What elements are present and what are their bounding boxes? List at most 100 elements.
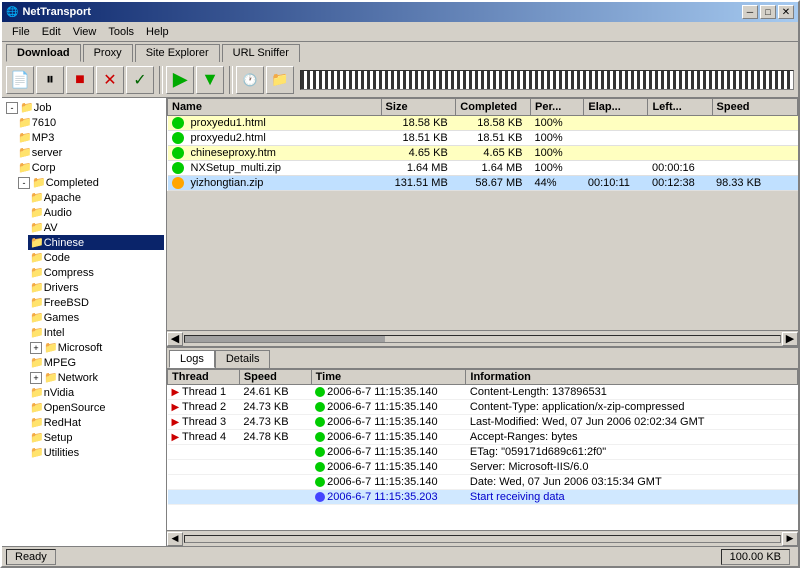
log-tab-logs[interactable]: Logs — [169, 350, 215, 368]
col-speed[interactable]: Speed — [712, 99, 797, 116]
log-scroll-area[interactable]: Thread Speed Time Information ▶ Thread 1… — [167, 369, 798, 530]
minimize-button[interactable]: ─ — [742, 5, 758, 19]
file-left: 00:00:16 — [648, 161, 712, 176]
sidebar-label-apache: Apache — [44, 192, 81, 204]
log-speed — [239, 460, 311, 475]
check-button[interactable]: ✓ — [126, 66, 154, 94]
folder-icon-mpeg: 📁 — [30, 356, 44, 369]
menu-edit[interactable]: Edit — [36, 25, 67, 39]
col-name[interactable]: Name — [168, 99, 382, 116]
expand-icon-network[interactable]: + — [30, 372, 42, 384]
sidebar-item-network[interactable]: + 📁 Network — [28, 370, 164, 385]
sidebar-item-mp3[interactable]: 📁 MP3 — [16, 130, 164, 145]
file-list-scroll[interactable]: Name Size Completed Per... Elap... Left.… — [167, 98, 798, 330]
file-left — [648, 131, 712, 146]
sidebar-item-corp[interactable]: 📁 Corp — [16, 160, 164, 175]
sidebar-item-audio[interactable]: 📁 Audio — [28, 205, 164, 220]
new-button[interactable]: 📄 — [6, 66, 34, 94]
log-col-info: Information — [466, 370, 798, 385]
file-percent: 100% — [531, 146, 584, 161]
maximize-button[interactable]: □ — [760, 5, 776, 19]
log-hscrollbar[interactable]: ◀ ▶ — [167, 530, 798, 546]
pause-button[interactable]: ⏸ — [36, 66, 64, 94]
sidebar-item-job[interactable]: - 📁 Job — [4, 100, 164, 115]
sidebar-item-drivers[interactable]: 📁 Drivers — [28, 280, 164, 295]
sidebar-item-server[interactable]: 📁 server — [16, 145, 164, 160]
sidebar-label-setup: Setup — [44, 432, 73, 444]
file-row[interactable]: NXSetup_multi.zip 1.64 MB 1.64 MB 100% 0… — [168, 161, 798, 176]
folder-icon-7610: 📁 — [18, 116, 32, 129]
sidebar-item-compress[interactable]: 📁 Compress — [28, 265, 164, 280]
stop-button[interactable]: ■ — [66, 66, 94, 94]
folder-icon-server: 📁 — [18, 146, 32, 159]
file-name: yizhongtian.zip — [168, 176, 382, 191]
expand-icon-job[interactable]: - — [6, 102, 18, 114]
sidebar-item-mpeg[interactable]: 📁 MPEG — [28, 355, 164, 370]
log-row[interactable]: ▶ Thread 2 24.73 KB 2006-6-7 11:15:35.14… — [168, 400, 798, 415]
log-time: 2006-6-7 11:15:35.140 — [311, 415, 466, 430]
sidebar-item-av[interactable]: 📁 AV — [28, 220, 164, 235]
sidebar-item-setup[interactable]: 📁 Setup — [28, 430, 164, 445]
log-row[interactable]: ▶ Thread 4 24.78 KB 2006-6-7 11:15:35.14… — [168, 430, 798, 445]
folder-icon-drivers: 📁 — [30, 281, 44, 294]
sidebar-item-redhat[interactable]: 📁 RedHat — [28, 415, 164, 430]
log-row[interactable]: 2006-6-7 11:15:35.203 Start receiving da… — [168, 490, 798, 505]
download-button[interactable]: ▼ — [196, 66, 224, 94]
col-left[interactable]: Left... — [648, 99, 712, 116]
menu-help[interactable]: Help — [140, 25, 175, 39]
sidebar-item-games[interactable]: 📁 Games — [28, 310, 164, 325]
sidebar-item-7610[interactable]: 📁 7610 — [16, 115, 164, 130]
log-row[interactable]: 2006-6-7 11:15:35.140 Date: Wed, 07 Jun … — [168, 475, 798, 490]
sidebar-item-code[interactable]: 📁 Code — [28, 250, 164, 265]
file-row[interactable]: yizhongtian.zip 131.51 MB 58.67 MB 44% 0… — [168, 176, 798, 191]
file-row[interactable]: proxyedu1.html 18.58 KB 18.58 KB 100% — [168, 116, 798, 131]
file-row[interactable]: chineseproxy.htm 4.65 KB 4.65 KB 100% — [168, 146, 798, 161]
sidebar-item-completed[interactable]: - 📁 Completed — [16, 175, 164, 190]
app-icon: 🌐 — [6, 7, 18, 18]
main-content: - 📁 Job 📁 7610 📁 MP3 📁 server 📁 — [2, 98, 798, 546]
folder-icon-completed: 📁 — [32, 176, 46, 189]
sidebar-item-utilities[interactable]: 📁 Utilities — [28, 445, 164, 460]
log-speed — [239, 445, 311, 460]
sidebar-item-nvidia[interactable]: 📁 nVidia — [28, 385, 164, 400]
log-row[interactable]: ▶ Thread 1 24.61 KB 2006-6-7 11:15:35.14… — [168, 385, 798, 400]
log-row[interactable]: 2006-6-7 11:15:35.140 Server: Microsoft-… — [168, 460, 798, 475]
tab-proxy[interactable]: Proxy — [83, 44, 133, 62]
log-row[interactable]: 2006-6-7 11:15:35.140 ETag: "059171d689c… — [168, 445, 798, 460]
tab-site-explorer[interactable]: Site Explorer — [135, 44, 220, 62]
tab-download[interactable]: Download — [6, 44, 81, 62]
delete-button[interactable]: ✕ — [96, 66, 124, 94]
sidebar-item-freebsd[interactable]: 📁 FreeBSD — [28, 295, 164, 310]
log-row[interactable]: ▶ Thread 3 24.73 KB 2006-6-7 11:15:35.14… — [168, 415, 798, 430]
file-row[interactable]: proxyedu2.html 18.51 KB 18.51 KB 100% — [168, 131, 798, 146]
sidebar-item-opensource[interactable]: 📁 OpenSource — [28, 400, 164, 415]
file-left — [648, 146, 712, 161]
log-info: Content-Length: 137896531 — [466, 385, 798, 400]
file-hscrollbar[interactable]: ◀ ▶ — [167, 330, 798, 346]
folder-button[interactable]: 📁 — [266, 66, 294, 94]
sidebar-item-apache[interactable]: 📁 Apache — [28, 190, 164, 205]
col-size[interactable]: Size — [381, 99, 456, 116]
folder-icon-corp: 📁 — [18, 161, 32, 174]
col-percent[interactable]: Per... — [531, 99, 584, 116]
file-name: proxyedu1.html — [168, 116, 382, 131]
menu-file[interactable]: File — [6, 25, 36, 39]
close-button[interactable]: ✕ — [778, 5, 794, 19]
toolbar-separator-2 — [229, 66, 233, 94]
col-elapsed[interactable]: Elap... — [584, 99, 648, 116]
log-tab-details[interactable]: Details — [215, 350, 271, 368]
col-completed[interactable]: Completed — [456, 99, 531, 116]
tab-url-sniffer[interactable]: URL Sniffer — [222, 44, 300, 62]
sidebar-item-intel[interactable]: 📁 Intel — [28, 325, 164, 340]
start-button[interactable]: ▶ — [166, 66, 194, 94]
file-percent: 100% — [531, 116, 584, 131]
file-name: proxyedu2.html — [168, 131, 382, 146]
sidebar-item-microsoft[interactable]: + 📁 Microsoft — [28, 340, 164, 355]
schedule-button[interactable]: 🕐 — [236, 66, 264, 94]
expand-icon-microsoft[interactable]: + — [30, 342, 42, 354]
expand-icon-completed[interactable]: - — [18, 177, 30, 189]
sidebar-item-chinese[interactable]: 📁 Chinese — [28, 235, 164, 250]
menu-tools[interactable]: Tools — [102, 25, 140, 39]
menu-view[interactable]: View — [67, 25, 103, 39]
file-percent: 100% — [531, 161, 584, 176]
